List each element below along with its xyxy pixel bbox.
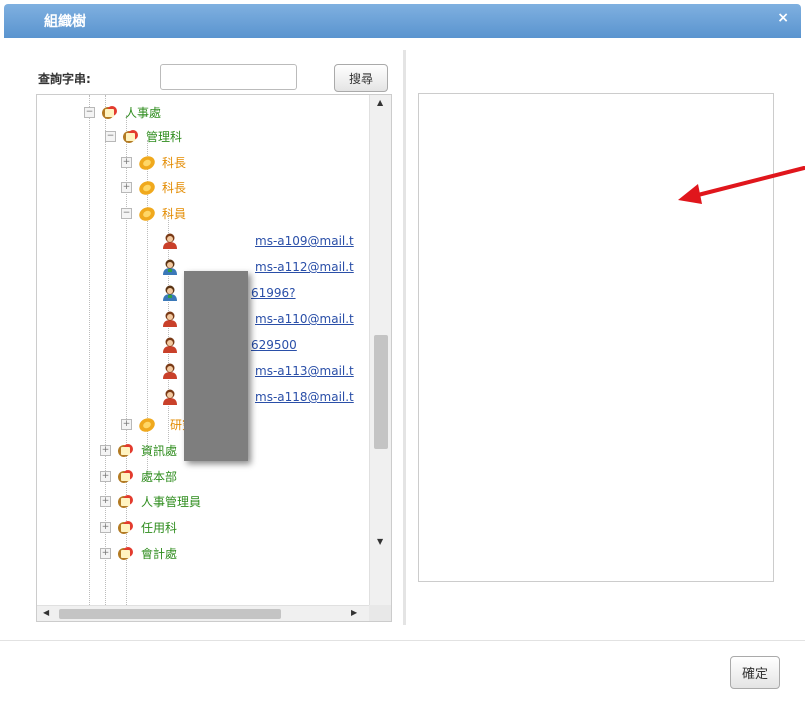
tree-node-label: 科長 [162, 180, 187, 195]
user-email-link[interactable]: 629500 [251, 338, 297, 352]
male-user-icon [163, 285, 177, 301]
tree-node-org[interactable]: − 人事處 [84, 101, 161, 123]
tree-node-section[interactable]: − 科員 [121, 202, 186, 224]
expand-icon[interactable]: + [100, 547, 111, 559]
scroll-left-icon[interactable]: ◀ [43, 608, 49, 617]
section-folder-icon [139, 418, 155, 432]
tree-node-label: 資訊處 [141, 443, 178, 458]
dialog-title-bar: 組織樹 × [4, 4, 801, 38]
red-arrow-icon [678, 166, 805, 204]
female-user-icon [163, 337, 177, 353]
tree-node-label: 科長 [162, 155, 187, 170]
tree-guide-line [89, 95, 90, 605]
dialog-title: 組織樹 [44, 14, 86, 30]
horizontal-scrollbar[interactable]: ◀ ▶ [37, 605, 369, 621]
left-panel: 查詢字串: 搜尋 − 人事處 − 管理科 + 科長 + 科長 − 科員 ms-a… [0, 42, 400, 632]
expand-icon[interactable]: + [100, 521, 111, 533]
org-unit-icon [102, 106, 117, 119]
panel-divider[interactable] [403, 50, 406, 625]
tree-node-section[interactable]: + 科長 [121, 176, 186, 198]
expand-icon[interactable]: + [121, 181, 132, 193]
tree-node-org[interactable]: − 管理科 [105, 125, 182, 147]
scroll-down-icon[interactable]: ▼ [377, 537, 383, 546]
tree-node-org[interactable]: + 處本部 [100, 465, 177, 487]
close-icon[interactable]: × [777, 10, 789, 26]
tree-node-label: 人事管理員 [141, 494, 202, 509]
section-folder-icon [139, 156, 155, 170]
expand-icon[interactable]: + [100, 444, 111, 456]
org-unit-icon [118, 444, 133, 457]
tree-node-org[interactable]: + 資訊處 [100, 439, 177, 461]
tree-node-label: 處本部 [141, 469, 178, 484]
search-label: 查詢字串: [38, 72, 91, 86]
search-input[interactable] [160, 64, 297, 90]
org-unit-icon [118, 521, 133, 534]
tree-node-label: 管理科 [146, 129, 183, 144]
user-email-link[interactable]: 61996? [251, 286, 296, 300]
expand-icon[interactable]: + [121, 418, 132, 430]
section-folder-icon [139, 181, 155, 195]
dialog-footer: 確定 [0, 640, 805, 708]
redaction-block [184, 271, 248, 461]
scroll-up-icon[interactable]: ▲ [377, 98, 383, 107]
tree-node-user[interactable]: ms-a109@mail.t [161, 230, 354, 252]
tree-node-label: 會計處 [141, 546, 178, 561]
tree-node-org[interactable]: + 人事管理員 [100, 490, 201, 512]
tree-node-section[interactable]: + 科長 [121, 151, 186, 173]
org-unit-icon [118, 547, 133, 560]
user-email-link[interactable]: ms-a109@mail.t [255, 234, 354, 248]
tree-node-org[interactable]: + 任用科 [100, 516, 177, 538]
horizontal-scroll-thumb[interactable] [59, 609, 281, 619]
vertical-scroll-thumb[interactable] [374, 335, 388, 449]
org-unit-icon [123, 130, 138, 143]
tree-node-label: 任用科 [141, 520, 178, 535]
expand-icon[interactable]: + [100, 495, 111, 507]
tree-node-org[interactable]: + 會計處 [100, 542, 177, 564]
user-email-link[interactable]: ms-a110@mail.t [255, 312, 354, 326]
org-unit-icon [118, 470, 133, 483]
collapse-icon[interactable]: − [84, 106, 95, 118]
collapse-icon[interactable]: − [121, 207, 132, 219]
collapse-icon[interactable]: − [105, 130, 116, 142]
org-tree-panel: − 人事處 − 管理科 + 科長 + 科長 − 科員 ms-a109@mail.… [36, 94, 392, 622]
org-unit-icon [118, 495, 133, 508]
user-email-link[interactable]: ms-a118@mail.t [255, 390, 354, 404]
expand-icon[interactable]: + [100, 470, 111, 482]
tree-node-label: 科員 [162, 206, 187, 221]
male-user-icon [163, 259, 177, 275]
scroll-right-icon[interactable]: ▶ [351, 608, 357, 617]
female-user-icon [163, 363, 177, 379]
female-user-icon [163, 233, 177, 249]
search-button[interactable]: 搜尋 [334, 64, 388, 92]
female-user-icon [163, 311, 177, 327]
scrollbar-corner [369, 605, 391, 621]
expand-icon[interactable]: + [121, 156, 132, 168]
user-email-link[interactable]: ms-a112@mail.t [255, 260, 354, 274]
section-folder-icon [139, 207, 155, 221]
user-email-link[interactable]: ms-a113@mail.t [255, 364, 354, 378]
vertical-scrollbar[interactable]: ▲ ▼ [369, 95, 391, 605]
tree-node-label: 人事處 [125, 105, 162, 120]
female-user-icon [163, 389, 177, 405]
ok-button[interactable]: 確定 [730, 656, 780, 689]
